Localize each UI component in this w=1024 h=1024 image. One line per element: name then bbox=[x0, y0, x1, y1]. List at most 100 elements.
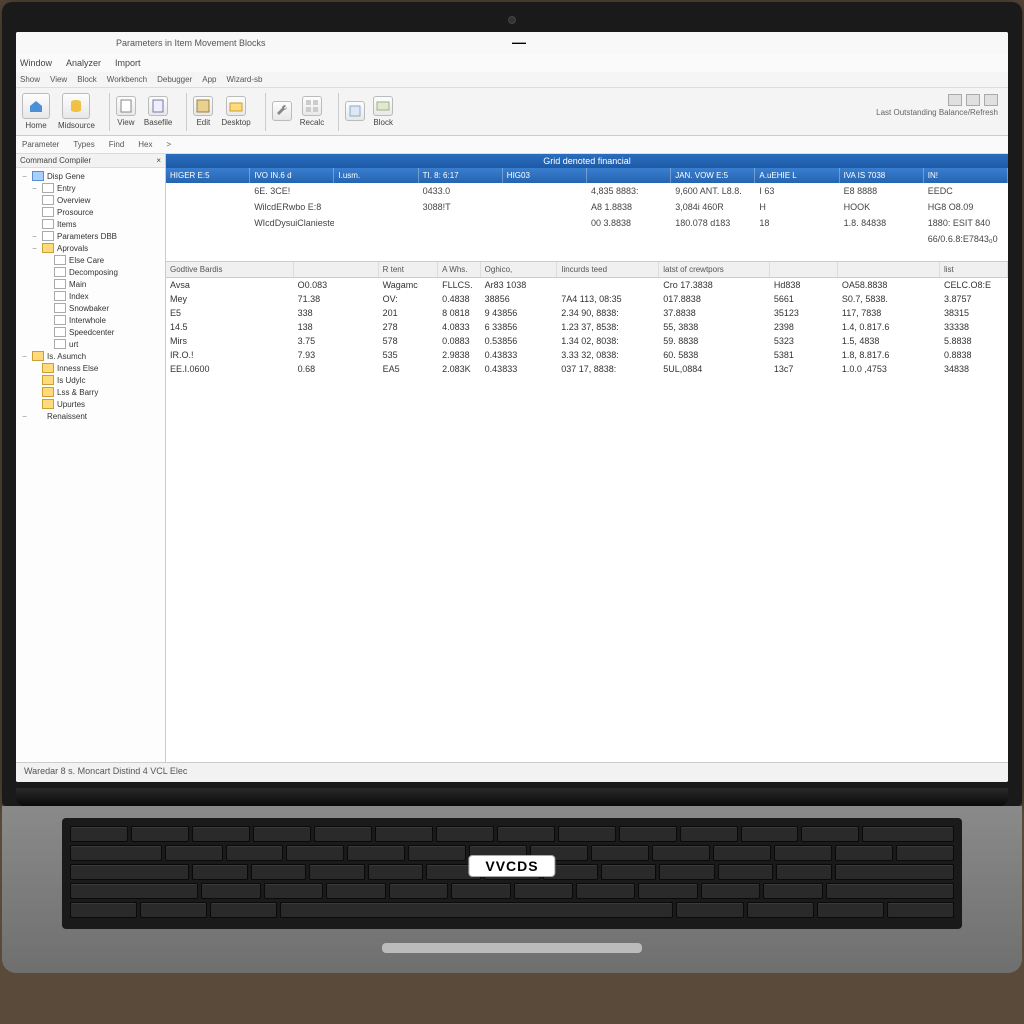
minimize-indicator[interactable]: — bbox=[512, 34, 526, 50]
column-header[interactable]: IVA IS 7038 bbox=[840, 168, 924, 183]
menu-import[interactable]: Import bbox=[115, 58, 141, 68]
cell: Mey bbox=[166, 292, 294, 306]
menu-workbench[interactable]: Workbench bbox=[107, 75, 147, 84]
table-row[interactable]: Mirs3.755780.08830.538561.34 02, 8038:59… bbox=[166, 334, 1008, 348]
cell: 578 bbox=[379, 334, 439, 348]
menu-block[interactable]: Block bbox=[77, 75, 97, 84]
expand-icon[interactable]: − bbox=[20, 352, 29, 361]
tree-item[interactable]: Upurtes bbox=[18, 398, 163, 410]
tree-item[interactable]: Index bbox=[18, 290, 163, 302]
folder-icon bbox=[226, 96, 246, 116]
tree-item[interactable]: Lss & Barry bbox=[18, 386, 163, 398]
section-column-header[interactable] bbox=[838, 262, 940, 277]
expand-icon[interactable]: − bbox=[20, 172, 29, 181]
table-row[interactable]: 14.51382784.08336 338561.23 37, 8538:55,… bbox=[166, 320, 1008, 334]
column-header[interactable]: A.uEHIE L bbox=[755, 168, 839, 183]
mini-icon[interactable] bbox=[984, 94, 998, 106]
tree-item[interactable]: Speedcenter bbox=[18, 326, 163, 338]
page-icon bbox=[42, 231, 54, 241]
ribbon-basefile-button[interactable]: Basefile bbox=[144, 96, 172, 127]
tree-item[interactable]: −Disp Gene bbox=[18, 170, 163, 182]
tab-hex[interactable]: Hex bbox=[138, 140, 152, 149]
section-column-header[interactable] bbox=[294, 262, 379, 277]
section-column-header[interactable] bbox=[770, 262, 838, 277]
menu-analyzer[interactable]: Analyzer bbox=[66, 58, 101, 68]
section-column-header[interactable]: latst of crewtpors bbox=[659, 262, 770, 277]
summary-section: 6E. 3CE!0433.04,835 8883:9,600 ANT. L8.8… bbox=[166, 183, 1008, 247]
tree-item[interactable]: Is Udylc bbox=[18, 374, 163, 386]
column-header[interactable]: I.usm. bbox=[334, 168, 418, 183]
menu-window[interactable]: Window bbox=[20, 58, 52, 68]
section-column-header[interactable]: A Whs. bbox=[438, 262, 481, 277]
table-row[interactable]: EE.I.06000.68EA52.083K0.43833037 17, 883… bbox=[166, 362, 1008, 376]
tree-item[interactable]: urt bbox=[18, 338, 163, 350]
tree-item[interactable]: Overview bbox=[18, 194, 163, 206]
tree-item[interactable]: −Parameters DBB bbox=[18, 230, 163, 242]
section-column-header[interactable]: list bbox=[940, 262, 1008, 277]
table-row[interactable]: E53382018 08189 438562.34 90, 8838:37.88… bbox=[166, 306, 1008, 320]
menu-show[interactable]: Show bbox=[20, 75, 40, 84]
mini-icon[interactable] bbox=[966, 94, 980, 106]
tree-item[interactable]: Inness Else bbox=[18, 362, 163, 374]
tree-item[interactable]: −Entry bbox=[18, 182, 163, 194]
tree-item[interactable]: Prosource bbox=[18, 206, 163, 218]
tab-find[interactable]: Find bbox=[109, 140, 125, 149]
tree-item[interactable]: −Renaissent bbox=[18, 410, 163, 422]
ribbon-tool-button[interactable] bbox=[272, 101, 292, 123]
folder-icon bbox=[32, 171, 44, 181]
page-icon bbox=[54, 255, 66, 265]
ribbon-view-button[interactable]: View bbox=[116, 96, 136, 127]
table-row[interactable]: AvsaO0.083WagamcFLLCS.Ar83 1038Cro 17.38… bbox=[166, 278, 1008, 292]
ribbon-home-button[interactable]: Home bbox=[22, 93, 50, 130]
tree-item[interactable]: Items bbox=[18, 218, 163, 230]
page-icon bbox=[54, 303, 66, 313]
ribbon-basefile-label: Basefile bbox=[144, 118, 172, 127]
cell: 1.34 02, 8038: bbox=[557, 334, 659, 348]
tab-types[interactable]: Types bbox=[73, 140, 94, 149]
ribbon-action-button[interactable] bbox=[345, 101, 365, 123]
section-column-header[interactable]: R tent bbox=[379, 262, 439, 277]
tree-item[interactable]: Snowbaker bbox=[18, 302, 163, 314]
cell: 71.38 bbox=[294, 292, 379, 306]
tree-item-label: Inness Else bbox=[57, 364, 98, 373]
tree-item[interactable]: −Is. Asumch bbox=[18, 350, 163, 362]
tree-item[interactable]: Interwhole bbox=[18, 314, 163, 326]
mini-icon[interactable] bbox=[948, 94, 962, 106]
tree-item-label: Snowbaker bbox=[69, 304, 109, 313]
menu-view[interactable]: View bbox=[50, 75, 67, 84]
ribbon-midsource-button[interactable]: Midsource bbox=[58, 93, 95, 130]
column-header[interactable]: JAN. VOW E:5 bbox=[671, 168, 755, 183]
column-header[interactable] bbox=[587, 168, 671, 183]
tree-item[interactable]: Main bbox=[18, 278, 163, 290]
expand-icon[interactable]: − bbox=[20, 412, 29, 421]
table-row[interactable]: IR.O.!7.935352.98380.438333.33 32, 0838:… bbox=[166, 348, 1008, 362]
file-icon bbox=[148, 96, 168, 116]
ribbon-edit-button[interactable]: Edit bbox=[193, 96, 213, 127]
column-header[interactable]: TI. 8: 6:17 bbox=[419, 168, 503, 183]
tab-parameter[interactable]: Parameter bbox=[22, 140, 59, 149]
cell bbox=[503, 217, 587, 229]
column-header[interactable]: IN! bbox=[924, 168, 1008, 183]
sidebar-close-icon[interactable]: × bbox=[156, 156, 161, 165]
section-column-header[interactable]: Godtive Bardis bbox=[166, 262, 294, 277]
tab-more[interactable]: > bbox=[167, 140, 172, 149]
menu-debugger[interactable]: Debugger bbox=[157, 75, 192, 84]
ribbon-recalc-button[interactable]: Recalc bbox=[300, 96, 324, 127]
menu-wizard[interactable]: Wizard-sb bbox=[226, 75, 262, 84]
section-column-header[interactable]: Oghico, bbox=[481, 262, 558, 277]
tree-item[interactable]: Else Care bbox=[18, 254, 163, 266]
expand-icon[interactable]: − bbox=[30, 232, 39, 241]
tree-item[interactable]: −Aprovals bbox=[18, 242, 163, 254]
ribbon-desktop-button[interactable]: Desktop bbox=[221, 96, 250, 127]
menu-app[interactable]: App bbox=[202, 75, 216, 84]
section-column-header[interactable]: Iincurds teed bbox=[557, 262, 659, 277]
expand-icon[interactable]: − bbox=[30, 184, 39, 193]
column-header[interactable]: IVO IN.6 d bbox=[250, 168, 334, 183]
column-header[interactable]: HIG03 bbox=[503, 168, 587, 183]
table-row[interactable]: Mey71.38OV:0.4838388567A4 113, 08:35017.… bbox=[166, 292, 1008, 306]
ribbon-block-button[interactable]: Block bbox=[373, 96, 393, 127]
expand-icon[interactable]: − bbox=[30, 244, 39, 253]
brand-badge: VVCDS bbox=[468, 855, 555, 877]
tree-item[interactable]: Decomposing bbox=[18, 266, 163, 278]
column-header[interactable]: HIGER E:5 bbox=[166, 168, 250, 183]
